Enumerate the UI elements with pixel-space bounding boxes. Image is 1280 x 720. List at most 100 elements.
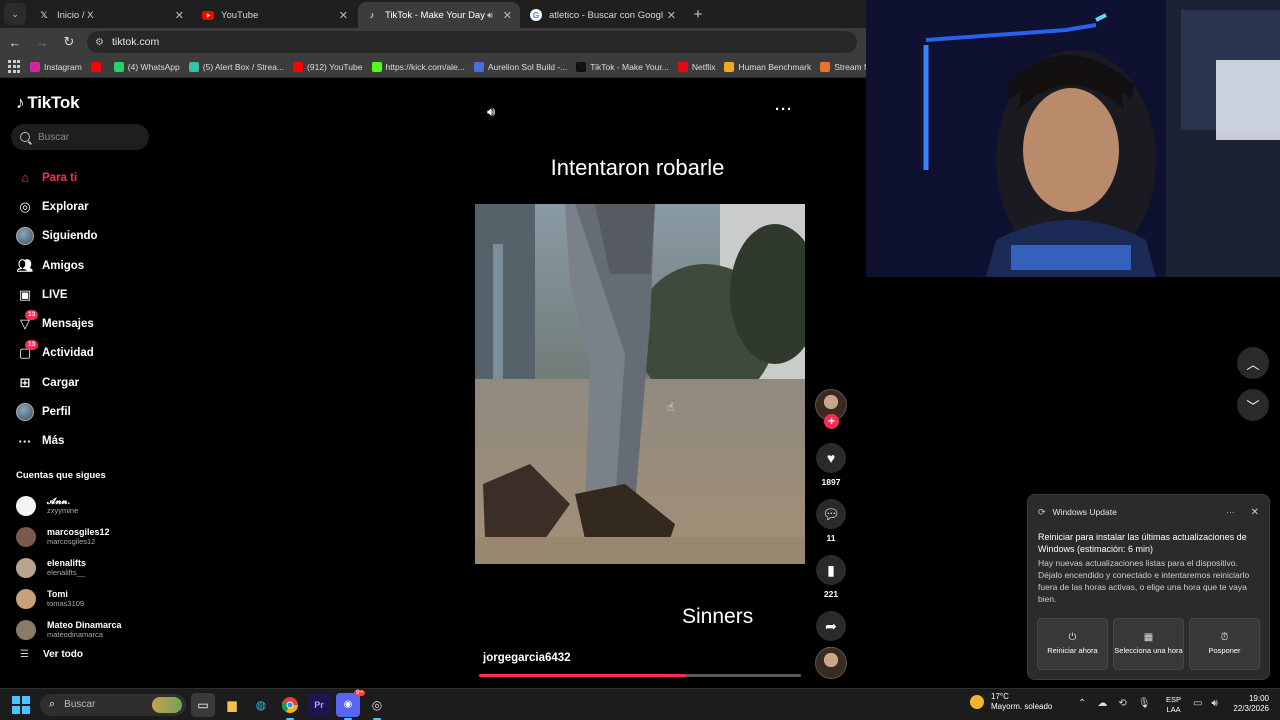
- following-account[interactable]: 𝓐𝓷𝓷. zxyymine: [16, 490, 156, 521]
- sidebar-item-explorar[interactable]: ◎ Explorar: [16, 192, 156, 221]
- sidebar-item-amigos[interactable]: 👥︎ Amigos: [16, 251, 156, 280]
- clock-date: 22/3/2026: [1233, 704, 1269, 713]
- search-icon: [20, 132, 30, 142]
- microphone-icon[interactable]: 🎙︎: [1138, 698, 1151, 709]
- reload-icon[interactable]: ↻: [57, 30, 81, 54]
- video-player[interactable]: [475, 204, 805, 564]
- close-tab-icon[interactable]: ✕: [667, 9, 676, 22]
- discord-icon[interactable]: ◉ 9+: [336, 689, 365, 720]
- apps-grid-icon[interactable]: [8, 59, 20, 74]
- browser-tab-strip: ⌄ 𝕏 Inicio / X ✕ YouTube ✕ ♪ TikTok - Ma…: [0, 0, 866, 28]
- bookmark-item[interactable]: Aurelion Sol Build -...: [473, 61, 567, 72]
- restart-now-button[interactable]: ⏻ Reiniciar ahora: [1037, 618, 1108, 670]
- bookmark-item[interactable]: Netflix: [677, 61, 715, 72]
- recording-app-icon[interactable]: ◎: [365, 693, 389, 720]
- see-all-link[interactable]: ☰ Ver todo: [20, 649, 83, 660]
- bookmark-item[interactable]: Human Benchmark: [724, 61, 811, 72]
- language-indicator[interactable]: ESP LAA: [1166, 695, 1181, 715]
- search-input[interactable]: Buscar: [11, 124, 149, 150]
- bookmark-item[interactable]: (4) WhatsApp: [113, 61, 180, 72]
- bookmark-favicon-icon: [188, 61, 199, 72]
- list-icon: ☰: [20, 649, 29, 660]
- bookmark-item[interactable]: (5) Alert Box / Strea...: [188, 61, 284, 72]
- back-arrow-icon[interactable]: ←: [3, 30, 27, 54]
- following-account[interactable]: elenalifts elenalifts__: [16, 552, 156, 583]
- video-author[interactable]: jorgegarcia6432: [483, 652, 571, 664]
- more-options-icon[interactable]: ···: [1226, 507, 1235, 517]
- forward-arrow-icon[interactable]: →: [30, 30, 54, 54]
- tiktok-logo[interactable]: ♪ TikTok: [16, 93, 80, 113]
- comment-action[interactable]: 💬︎ 11: [815, 499, 847, 543]
- save-action[interactable]: ▮ 221: [815, 555, 847, 599]
- chevron-up-icon: ︿: [1246, 356, 1260, 372]
- following-account[interactable]: Tomi tomas3109: [16, 583, 156, 614]
- pick-time-button[interactable]: ▦ Selecciona una hora: [1113, 618, 1184, 670]
- tab-google[interactable]: G atletico - Buscar con Google ✕: [522, 2, 684, 28]
- sidebar-item-cargar[interactable]: ⊞ Cargar: [16, 368, 156, 397]
- upload-icon: ⊞: [19, 374, 31, 390]
- close-tab-icon[interactable]: ✕: [339, 9, 348, 22]
- snooze-button[interactable]: ⏰︎ Posponer: [1189, 618, 1260, 670]
- site-info-icon[interactable]: ⚙: [95, 37, 104, 48]
- sidebar-item-perfil[interactable]: Perfil: [16, 397, 156, 426]
- following-account[interactable]: marcosgiles12 marcosgiles12: [16, 521, 156, 552]
- bookmark-item[interactable]: TikTok - Make Your...: [576, 61, 669, 72]
- sidebar-item-siguiendo[interactable]: Siguiendo: [16, 222, 156, 251]
- edge-icon[interactable]: ◍: [249, 693, 273, 717]
- search-placeholder: Buscar: [64, 699, 96, 710]
- volume-icon[interactable]: 🔊︎: [487, 104, 495, 120]
- sidebar-item-live[interactable]: ▣ LIVE: [16, 280, 156, 309]
- clock[interactable]: 19:00 22/3/2026: [1229, 694, 1269, 714]
- taskbar-search[interactable]: ⌕ Buscar: [40, 693, 186, 716]
- sidebar-item-mensajes[interactable]: ▽ 13 Mensajes: [16, 309, 156, 338]
- bookmark-item[interactable]: https://kick.com/ale...: [371, 61, 465, 72]
- comment-icon[interactable]: 💬︎: [816, 499, 846, 529]
- following-account[interactable]: Mateo Dinamarca mateodinamarca: [16, 614, 156, 645]
- account-handle: tomas3109: [47, 598, 85, 608]
- new-tab-button[interactable]: +: [686, 2, 710, 26]
- bookmark-item[interactable]: [90, 61, 105, 72]
- bookmark-icon[interactable]: ▮: [816, 555, 846, 585]
- heart-icon[interactable]: ♥: [816, 443, 846, 473]
- tab-audio-icon[interactable]: 🔊︎: [487, 10, 493, 21]
- system-icons[interactable]: ▭ 🔊︎: [1193, 698, 1218, 709]
- follow-plus-icon[interactable]: +: [824, 414, 839, 429]
- sidebar-item-parati[interactable]: ⌂ Para ti: [16, 163, 156, 192]
- music-disc-avatar[interactable]: [815, 647, 847, 679]
- more-options-icon[interactable]: ···: [775, 101, 793, 118]
- sidebar-item-actividad[interactable]: ▢ 13 Actividad: [16, 339, 156, 368]
- close-tab-icon[interactable]: ✕: [175, 9, 184, 22]
- task-view-icon[interactable]: ▭: [191, 692, 215, 717]
- video-progress-bar[interactable]: [479, 674, 801, 677]
- address-bar[interactable]: ⚙ tiktok.com: [87, 31, 857, 53]
- sync-tray-icon[interactable]: ⟲: [1118, 698, 1126, 709]
- home-icon: ⌂: [21, 170, 29, 186]
- tab-youtube[interactable]: YouTube ✕: [194, 2, 356, 28]
- share-arrow-icon[interactable]: ➦: [816, 611, 846, 641]
- chrome-icon[interactable]: [278, 693, 302, 720]
- weather-widget[interactable]: 17°C Mayorm. soleado: [970, 692, 1052, 712]
- premiere-pro-icon[interactable]: Pr: [307, 692, 331, 717]
- weather-temp: 17°C: [991, 692, 1009, 701]
- file-explorer-icon[interactable]: ▆: [220, 693, 244, 717]
- close-icon[interactable]: ✕: [1251, 507, 1259, 518]
- bookmark-item[interactable]: (912) YouTube: [293, 61, 363, 72]
- brand-name: TikTok: [27, 93, 80, 112]
- like-action[interactable]: ♥ 1897: [815, 443, 847, 487]
- bookmark-item[interactable]: Stream f: [820, 61, 866, 72]
- notification-badge: 13: [25, 310, 39, 321]
- creator-avatar[interactable]: +: [815, 389, 847, 429]
- tab-inicio-x[interactable]: 𝕏 Inicio / X ✕: [30, 2, 192, 28]
- previous-video-button[interactable]: ︿: [1237, 347, 1269, 379]
- windows-start-icon[interactable]: [12, 695, 30, 714]
- show-hidden-icons-chevron[interactable]: ⌃: [1078, 698, 1086, 709]
- onedrive-icon[interactable]: ☁: [1097, 698, 1107, 709]
- tab-tiktok[interactable]: ♪ TikTok - Make Your Day 🔊︎ ✕: [358, 2, 520, 28]
- bookmark-item[interactable]: Instagram: [30, 61, 82, 72]
- bookmark-favicon-icon: [113, 61, 124, 72]
- sidebar-item-ms[interactable]: ··· Más: [16, 427, 156, 456]
- tab-search-button[interactable]: ⌄: [4, 3, 26, 25]
- account-handle: mateodinamarca: [47, 629, 103, 639]
- next-video-button[interactable]: ﹀: [1237, 389, 1269, 421]
- close-tab-icon[interactable]: ✕: [503, 9, 512, 22]
